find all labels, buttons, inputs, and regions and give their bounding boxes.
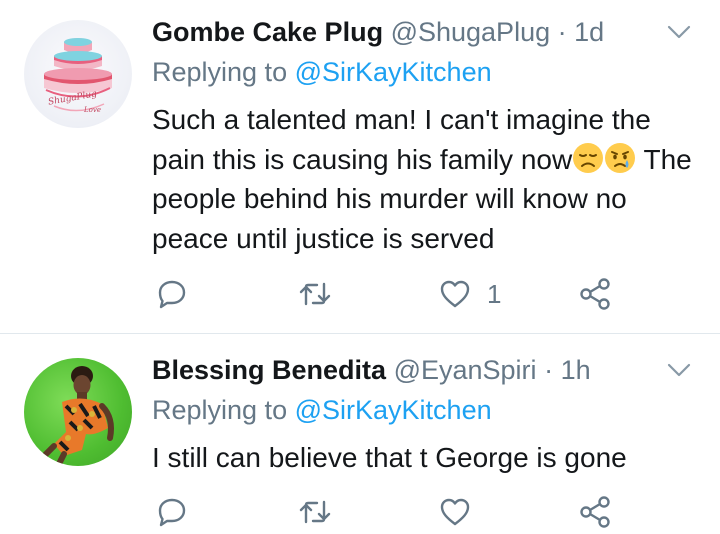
mention-link[interactable]: @SirKayKitchen — [295, 57, 492, 87]
author-handle[interactable]: @EyanSpiri — [394, 355, 537, 385]
replying-to: Replying to @SirKayKitchen — [152, 392, 492, 428]
replying-to: Replying to @SirKayKitchen — [152, 54, 492, 90]
tweet[interactable]: Blessing Benedita @EyanSpiri · 1h Replyi… — [0, 334, 720, 528]
crying-face-icon — [605, 142, 636, 173]
share-button[interactable] — [578, 494, 612, 530]
tweet-text: I still can believe that t George is gon… — [152, 442, 627, 473]
retweet-button[interactable] — [298, 494, 332, 530]
tweet-text: Such a talented man! I can't imagine the… — [152, 100, 697, 258]
like-button[interactable]: 1 — [439, 276, 501, 312]
heart-icon — [440, 280, 470, 308]
mention-link[interactable]: @SirKayKitchen — [295, 395, 492, 425]
reply-icon — [158, 280, 186, 309]
avatar[interactable]: ShugaPlug Love — [24, 20, 132, 128]
disappointed-face-icon — [573, 142, 604, 173]
share-button[interactable] — [578, 276, 612, 312]
replying-prefix: Replying to — [152, 57, 288, 87]
action-bar — [0, 490, 720, 534]
person-photo-icon — [39, 366, 114, 466]
tweet[interactable]: ShugaPlug Love Gombe Cake Plug @ShugaPlu… — [0, 0, 720, 333]
replying-prefix: Replying to — [152, 395, 288, 425]
cake-logo-icon: ShugaPlug Love — [44, 38, 112, 114]
heart-icon — [440, 498, 470, 526]
retweet-icon — [299, 500, 331, 524]
timestamp[interactable]: 1h — [561, 355, 591, 385]
share-icon — [580, 496, 610, 528]
action-bar: 1 — [0, 272, 720, 316]
reply-icon — [158, 498, 186, 527]
svg-text:Love: Love — [83, 106, 101, 114]
chevron-down-icon[interactable] — [666, 24, 692, 40]
author-name[interactable]: Gombe Cake Plug — [152, 17, 383, 47]
share-icon — [580, 278, 610, 310]
separator: · — [544, 355, 554, 385]
like-button[interactable] — [439, 494, 471, 530]
separator: · — [557, 17, 567, 47]
tweet-header: Gombe Cake Plug @ShugaPlug · 1d — [152, 14, 604, 50]
avatar[interactable] — [24, 358, 132, 466]
reply-button[interactable] — [156, 494, 188, 530]
author-name[interactable]: Blessing Benedita — [152, 355, 386, 385]
retweet-button[interactable] — [298, 276, 332, 312]
timestamp[interactable]: 1d — [574, 17, 604, 47]
chevron-down-icon[interactable] — [666, 362, 692, 378]
tweet-header: Blessing Benedita @EyanSpiri · 1h — [152, 352, 591, 388]
retweet-icon — [299, 282, 331, 306]
reply-button[interactable] — [156, 276, 188, 312]
author-handle[interactable]: @ShugaPlug — [391, 17, 551, 47]
like-count: 1 — [487, 278, 502, 309]
